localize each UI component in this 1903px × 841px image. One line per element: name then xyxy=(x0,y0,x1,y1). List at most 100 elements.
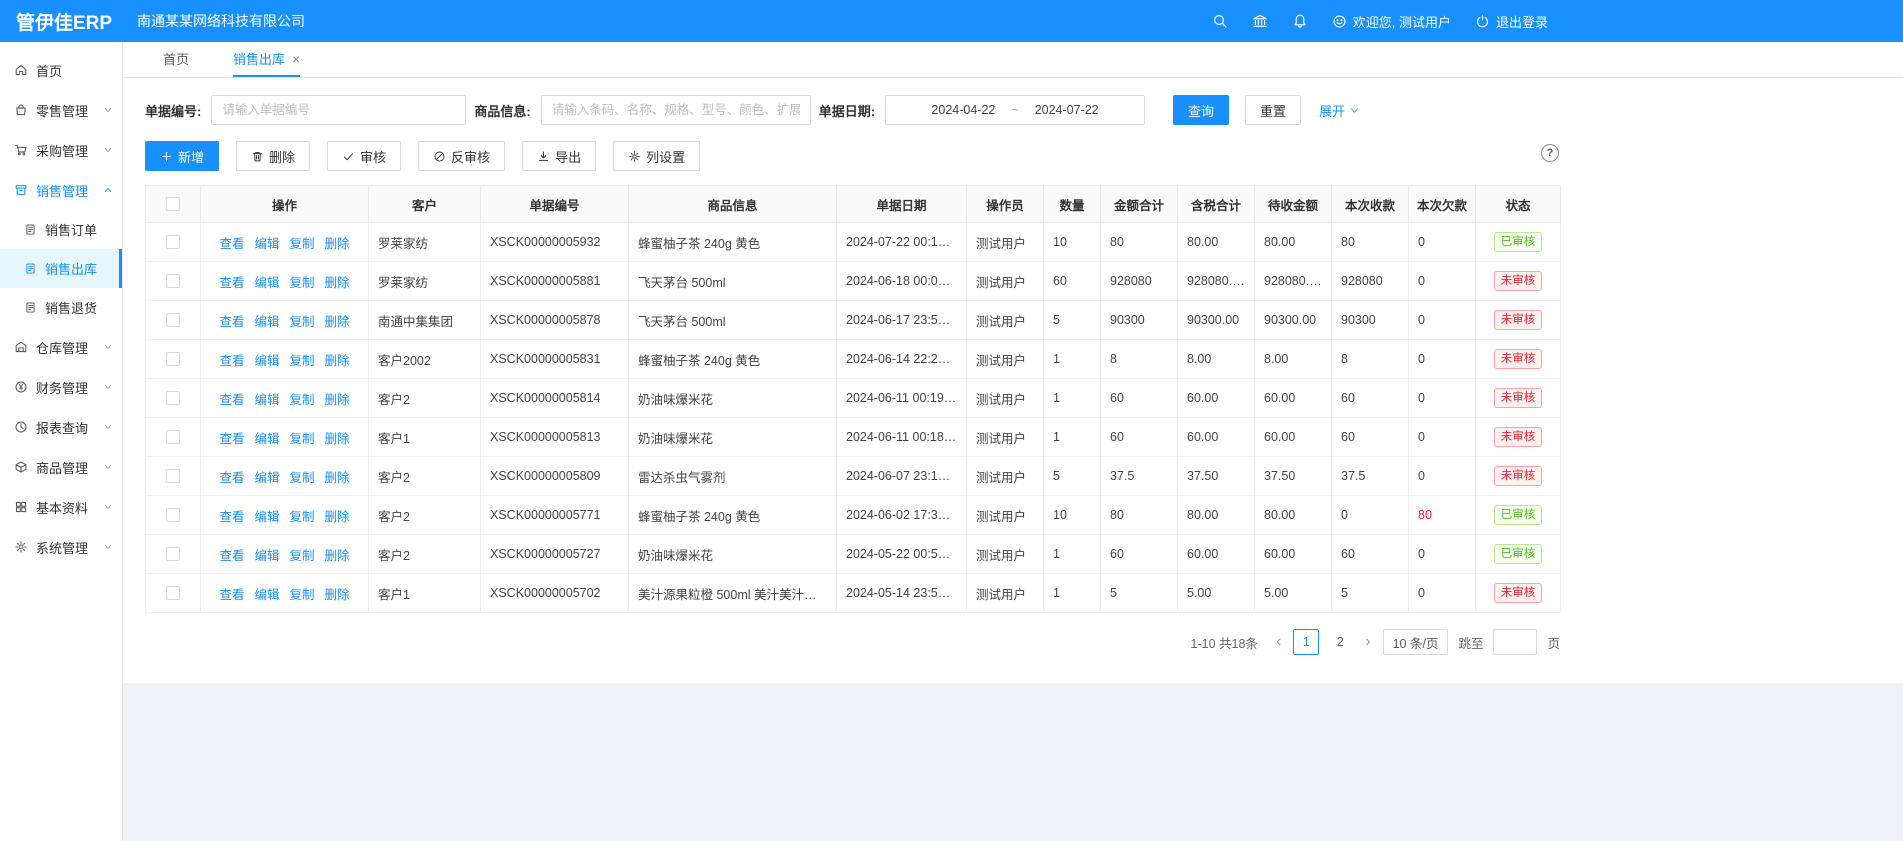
row-checkbox[interactable] xyxy=(166,352,180,366)
expand-link[interactable]: 展开 xyxy=(1319,101,1360,120)
sidebar-item-sales-outbound[interactable]: 销售出库 xyxy=(0,249,122,288)
sidebar-item-product[interactable]: 商品管理 xyxy=(0,447,122,487)
row-checkbox[interactable] xyxy=(166,313,180,327)
jump-page-input[interactable] xyxy=(1493,629,1537,655)
row-checkbox[interactable] xyxy=(166,586,180,600)
tab-sales-outbound[interactable]: 销售出库× xyxy=(233,42,300,77)
sidebar-item-warehouse[interactable]: 仓库管理 xyxy=(0,327,122,367)
row-action-copy[interactable]: 复制 xyxy=(290,276,315,290)
cell-tax-total: 60.00 xyxy=(1178,379,1255,418)
sidebar-item-home[interactable]: 首页 xyxy=(0,50,122,90)
logout-button[interactable]: 退出登录 xyxy=(1475,12,1548,31)
notification-bell-icon[interactable] xyxy=(1292,13,1308,29)
sidebar-item-purchase[interactable]: 采购管理 xyxy=(0,130,122,170)
row-action-view[interactable]: 查看 xyxy=(219,354,244,368)
row-action-copy[interactable]: 复制 xyxy=(290,354,315,368)
row-action-edit[interactable]: 编辑 xyxy=(254,354,279,368)
row-action-copy[interactable]: 复制 xyxy=(290,237,315,251)
select-all-checkbox[interactable] xyxy=(166,197,180,211)
row-action-edit[interactable]: 编辑 xyxy=(254,393,279,407)
export-button[interactable]: 导出 xyxy=(522,141,596,171)
sidebar-item-basic[interactable]: 基本资料 xyxy=(0,487,122,527)
row-action-view[interactable]: 查看 xyxy=(219,393,244,407)
row-action-delete[interactable]: 删除 xyxy=(325,549,350,563)
row-action-view[interactable]: 查看 xyxy=(219,432,244,446)
date-range-picker[interactable]: 2024-04-22 ~ 2024-07-22 xyxy=(885,95,1145,125)
row-action-copy[interactable]: 复制 xyxy=(290,393,315,407)
row-action-view[interactable]: 查看 xyxy=(219,588,244,602)
row-checkbox[interactable] xyxy=(166,391,180,405)
add-button[interactable]: 新增 xyxy=(145,141,219,171)
close-icon[interactable]: × xyxy=(292,52,300,66)
row-action-view[interactable]: 查看 xyxy=(219,237,244,251)
row-action-delete[interactable]: 删除 xyxy=(325,315,350,329)
delete-button[interactable]: 删除 xyxy=(236,141,310,171)
row-action-delete[interactable]: 删除 xyxy=(325,393,350,407)
row-action-edit[interactable]: 编辑 xyxy=(254,237,279,251)
row-action-delete[interactable]: 删除 xyxy=(325,588,350,602)
portal-home-icon[interactable] xyxy=(1252,13,1268,29)
column-settings-button[interactable]: 列设置 xyxy=(613,141,700,171)
tab-home[interactable]: 首页 xyxy=(163,42,189,77)
sidebar-item-system[interactable]: 系统管理 xyxy=(0,527,122,567)
chevron-down-icon xyxy=(103,502,113,512)
cell-debt: 0 xyxy=(1409,418,1476,457)
row-checkbox[interactable] xyxy=(166,235,180,249)
sidebar-item-label: 首页 xyxy=(36,61,62,80)
row-action-view[interactable]: 查看 xyxy=(219,510,244,524)
page-size-select[interactable]: 10 条/页 xyxy=(1383,629,1449,655)
row-action-view[interactable]: 查看 xyxy=(219,276,244,290)
row-action-view[interactable]: 查看 xyxy=(219,315,244,329)
product-info-input[interactable] xyxy=(541,95,811,125)
search-button[interactable]: 查询 xyxy=(1173,95,1229,125)
row-action-edit[interactable]: 编辑 xyxy=(254,510,279,524)
row-action-edit[interactable]: 编辑 xyxy=(254,276,279,290)
row-action-delete[interactable]: 删除 xyxy=(325,471,350,485)
cell-bill-no: XSCK00000005881 xyxy=(481,262,629,301)
help-icon[interactable]: ? xyxy=(1541,144,1559,162)
row-action-copy[interactable]: 复制 xyxy=(290,588,315,602)
cell-qty: 60 xyxy=(1044,262,1101,301)
row-checkbox[interactable] xyxy=(166,469,180,483)
row-action-view[interactable]: 查看 xyxy=(219,471,244,485)
sidebar-item-retail[interactable]: 零售管理 xyxy=(0,90,122,130)
cell-received: 928080 xyxy=(1332,262,1409,301)
row-action-copy[interactable]: 复制 xyxy=(290,315,315,329)
bill-no-input[interactable] xyxy=(211,95,466,125)
sidebar-item-report[interactable]: 报表查询 xyxy=(0,407,122,447)
row-checkbox[interactable] xyxy=(166,274,180,288)
prev-page-button[interactable]: ‹ xyxy=(1274,634,1283,650)
page-button-1[interactable]: 1 xyxy=(1293,629,1319,655)
row-checkbox[interactable] xyxy=(166,547,180,561)
bill-date-label: 单据日期: xyxy=(819,101,875,120)
row-action-copy[interactable]: 复制 xyxy=(290,549,315,563)
sidebar-item-sales[interactable]: 销售管理 xyxy=(0,170,122,210)
sidebar-item-sales-return[interactable]: 销售退货 xyxy=(0,288,122,327)
row-action-delete[interactable]: 删除 xyxy=(325,432,350,446)
search-icon[interactable] xyxy=(1212,13,1228,29)
row-action-delete[interactable]: 删除 xyxy=(325,354,350,368)
unaudit-button[interactable]: 反审核 xyxy=(418,141,505,171)
sidebar-item-finance[interactable]: 财务管理 xyxy=(0,367,122,407)
row-action-delete[interactable]: 删除 xyxy=(325,276,350,290)
row-action-copy[interactable]: 复制 xyxy=(290,432,315,446)
row-action-view[interactable]: 查看 xyxy=(219,549,244,563)
row-action-edit[interactable]: 编辑 xyxy=(254,549,279,563)
next-page-button[interactable]: › xyxy=(1363,634,1372,650)
row-action-delete[interactable]: 删除 xyxy=(325,237,350,251)
table-row: 查看编辑复制删除客户2002XSCK00000005831蜂蜜柚子茶 240g … xyxy=(146,340,1561,379)
row-action-delete[interactable]: 删除 xyxy=(325,510,350,524)
row-action-edit[interactable]: 编辑 xyxy=(254,432,279,446)
row-action-copy[interactable]: 复制 xyxy=(290,471,315,485)
row-action-edit[interactable]: 编辑 xyxy=(254,471,279,485)
page-button-2[interactable]: 2 xyxy=(1327,629,1353,655)
row-checkbox[interactable] xyxy=(166,430,180,444)
row-action-copy[interactable]: 复制 xyxy=(290,510,315,524)
row-action-edit[interactable]: 编辑 xyxy=(254,315,279,329)
row-action-edit[interactable]: 编辑 xyxy=(254,588,279,602)
audit-button[interactable]: 审核 xyxy=(327,141,401,171)
welcome-user[interactable]: 欢迎您, 测试用户 xyxy=(1332,12,1451,31)
sidebar-item-sales-order[interactable]: 销售订单 xyxy=(0,210,122,249)
reset-button[interactable]: 重置 xyxy=(1245,95,1301,125)
row-checkbox[interactable] xyxy=(166,508,180,522)
